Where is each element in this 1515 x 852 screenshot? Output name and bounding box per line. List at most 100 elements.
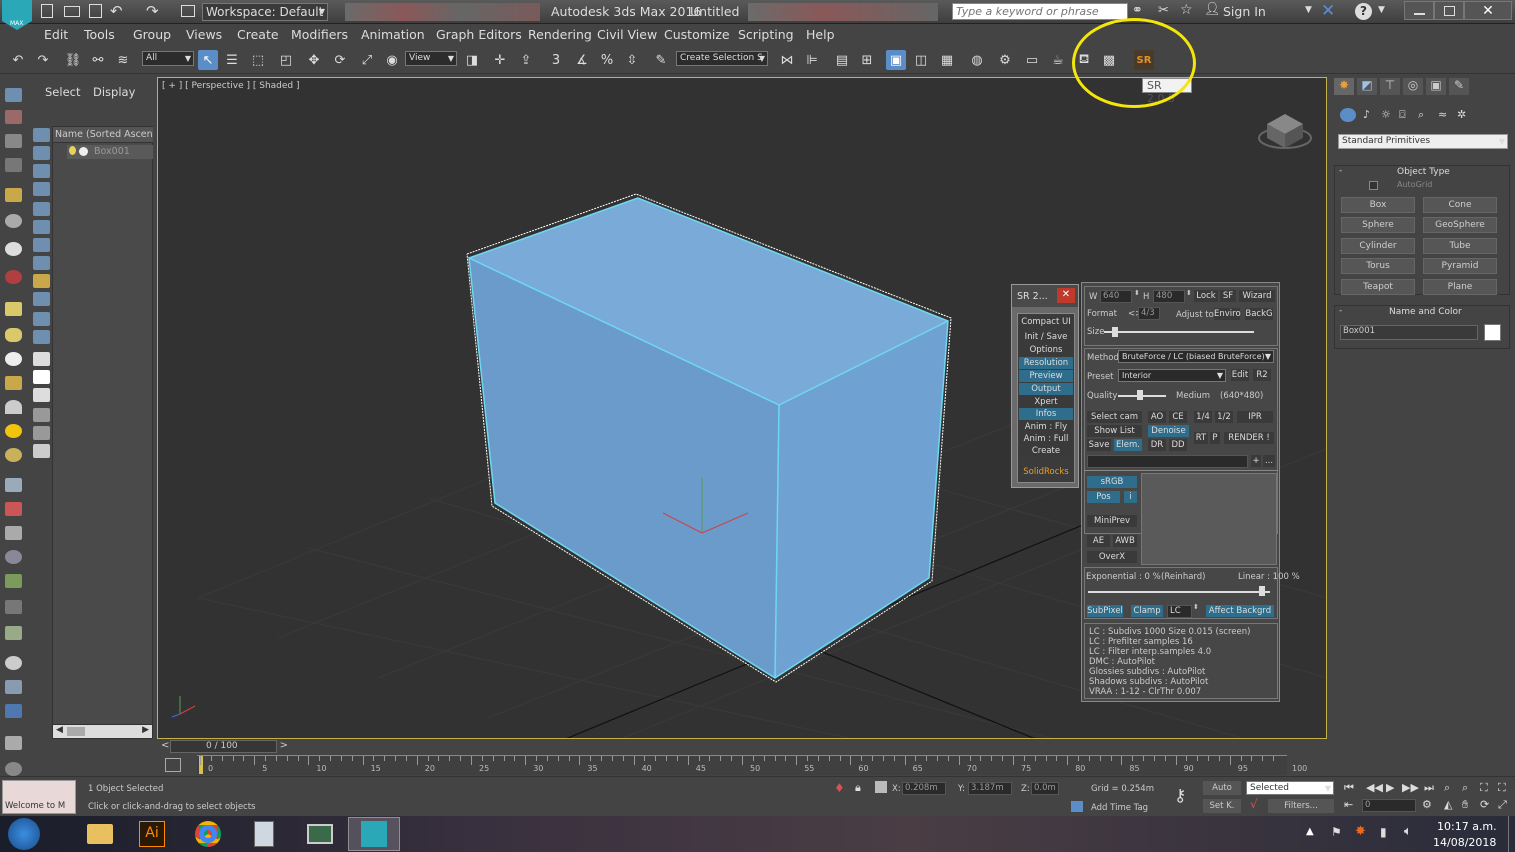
file-explorer-taskbar-icon[interactable]	[76, 817, 124, 851]
sr-anim-fly-button[interactable]: Anim : Fly	[1019, 421, 1073, 433]
x-coord-input[interactable]: 0.208m	[902, 782, 946, 795]
link-icon[interactable]: ⛓	[63, 50, 83, 70]
current-frame-input[interactable]: 0	[1362, 799, 1416, 812]
spacewarps-filter-icon[interactable]	[5, 328, 22, 342]
illustrator-taskbar-icon[interactable]: Ai	[128, 817, 176, 851]
object-type-title[interactable]: Object Type	[1397, 167, 1450, 177]
scene-filter-icon-7[interactable]	[33, 238, 50, 252]
align-icon[interactable]: ⊫	[802, 50, 822, 70]
create-tab-icon[interactable]: ✸	[1334, 78, 1354, 95]
sr-height-input[interactable]: 480	[1153, 290, 1185, 303]
calculator-taskbar-icon[interactable]	[240, 817, 288, 851]
spinner-snap-icon[interactable]: ⇳	[622, 50, 642, 70]
sr-height-spinner-icon[interactable]: ⬍	[1186, 289, 1192, 297]
go-to-end-icon[interactable]: ⏭	[1424, 781, 1434, 795]
sr-edit-button[interactable]: Edit	[1231, 369, 1249, 381]
restore-button[interactable]	[1434, 1, 1464, 20]
tab-display[interactable]: Display	[93, 85, 135, 99]
populate-icon[interactable]	[5, 626, 22, 640]
display-tab-icon[interactable]: ▣	[1426, 78, 1446, 95]
teapot-button[interactable]: Teapot	[1341, 279, 1415, 295]
show-desktop-button[interactable]	[1508, 816, 1515, 852]
scene-filter-icon-10[interactable]	[33, 292, 50, 306]
modify-tab-icon[interactable]: ◩	[1357, 78, 1377, 95]
tools-icon[interactable]: ✂	[1158, 3, 1169, 18]
display-none-icon[interactable]	[5, 110, 22, 124]
edit-named-selection-icon[interactable]: ✎	[651, 50, 671, 70]
sr-lock-button[interactable]: Lock	[1194, 290, 1218, 302]
keyboard-shortcut-icon[interactable]: ⇪	[516, 50, 536, 70]
maximize-viewport-icon[interactable]: ⤢	[1498, 798, 1507, 812]
scroll-left-icon[interactable]: ◀	[56, 725, 63, 735]
sr-ao-button[interactable]: AO	[1148, 411, 1166, 423]
object-type-rollout-collapse-icon[interactable]: -	[1339, 166, 1342, 176]
sr-preview-button[interactable]: Preview	[1019, 370, 1073, 382]
app-tray-icon[interactable]: ✸	[1355, 824, 1366, 839]
menu-animation[interactable]: Animation	[361, 27, 425, 42]
hide-icon[interactable]	[5, 680, 22, 694]
window-crossing-icon[interactable]: ◰	[276, 50, 296, 70]
select-mode-icon[interactable]	[5, 88, 22, 102]
network-icon[interactable]	[5, 550, 22, 564]
sr-ce-button[interactable]: CE	[1169, 411, 1187, 423]
sphere-button[interactable]: Sphere	[1341, 217, 1415, 233]
scene-filter-icon-13[interactable]	[33, 352, 50, 366]
start-button-icon[interactable]	[8, 818, 40, 850]
cone-button[interactable]: Cone	[1423, 197, 1497, 213]
sr-launcher-close-icon[interactable]: ✕	[1057, 288, 1075, 303]
clock-date[interactable]: 14/08/2018	[1433, 836, 1496, 849]
menu-scripting[interactable]: Scripting	[738, 27, 794, 42]
sr-create-button[interactable]: Create	[1019, 445, 1073, 457]
scene-filter-icon-8[interactable]	[33, 256, 50, 270]
shapes-category-icon[interactable]: ♪	[1363, 108, 1370, 121]
sr-show-list-button[interactable]: Show List	[1087, 425, 1142, 437]
bone-objects-icon[interactable]	[5, 502, 22, 516]
sr-clamp-button[interactable]: Clamp	[1131, 605, 1163, 617]
scene-explorer-icon[interactable]: ⊞	[857, 50, 877, 70]
unlink-icon[interactable]: ⚯	[88, 50, 108, 70]
key-mode-icon[interactable]: ⇤	[1344, 798, 1353, 811]
scroll-right-icon[interactable]: ▶	[142, 725, 149, 735]
curve-editor-icon[interactable]: ◫	[911, 50, 931, 70]
list-item[interactable]: Box001	[67, 145, 153, 159]
default-tangent-icon[interactable]: √	[1250, 797, 1258, 811]
sr-lc-spinner-icon[interactable]: ⬍	[1193, 603, 1199, 611]
sr-pos-button[interactable]: Pos	[1087, 491, 1120, 503]
reference-coord-dropdown[interactable]: View	[405, 51, 457, 66]
time-tag-icon[interactable]	[1071, 801, 1083, 812]
menu-group[interactable]: Group	[133, 27, 171, 42]
hierarchy-icon[interactable]	[5, 526, 22, 540]
search-input[interactable]	[952, 3, 1128, 20]
sr-enviro-button[interactable]: Enviro	[1214, 308, 1241, 320]
sr-subpixel-button[interactable]: SubPixel	[1087, 605, 1123, 617]
sr-wizard-button[interactable]: Wizard	[1239, 290, 1275, 302]
angle-snap-icon[interactable]: ∡	[572, 50, 592, 70]
display-all-icon[interactable]	[5, 134, 22, 148]
zoom-icon[interactable]: ⌕	[1444, 781, 1450, 795]
select-by-name-icon[interactable]: ☰	[222, 50, 242, 70]
select-manipulate-icon[interactable]: ✛	[490, 50, 510, 70]
pivot-center-icon[interactable]: ◨	[462, 50, 482, 70]
clock-time[interactable]: 10:17 a.m.	[1437, 820, 1497, 833]
schematic-view-icon[interactable]: ▦	[937, 50, 957, 70]
sr-dd-button[interactable]: DD	[1169, 439, 1187, 451]
sr-dr-button[interactable]: DR	[1148, 439, 1166, 451]
sr-output-path-input[interactable]	[1087, 455, 1248, 468]
redo-icon[interactable]: ↷	[146, 2, 159, 20]
geometry-filter-icon[interactable]	[5, 188, 22, 202]
sr-denoise-button[interactable]: Denoise	[1148, 425, 1189, 437]
bind-space-warp-icon[interactable]: ≋	[113, 50, 133, 70]
sr-select-cam-button[interactable]: Select cam	[1087, 411, 1142, 423]
sr-overx-button[interactable]: OverX	[1087, 551, 1137, 563]
filters-button[interactable]: Filters...	[1268, 799, 1334, 813]
workspace-dropdown[interactable]: Workspace: Default	[202, 3, 328, 21]
set-key-icon[interactable]: ⚷	[1174, 786, 1186, 806]
toggle-ribbon-icon[interactable]: ▣	[886, 50, 906, 70]
sr-p-button[interactable]: P	[1210, 432, 1220, 444]
name-color-rollout-collapse-icon[interactable]: -	[1339, 306, 1342, 316]
scene-filter-icon-3[interactable]	[33, 164, 50, 178]
zoom-all-icon[interactable]: ⌕	[1462, 781, 1468, 795]
save-file-icon[interactable]	[89, 4, 102, 18]
time-config-icon[interactable]: ⚙	[1422, 798, 1432, 811]
signal-tray-icon[interactable]: ▮	[1380, 825, 1387, 839]
